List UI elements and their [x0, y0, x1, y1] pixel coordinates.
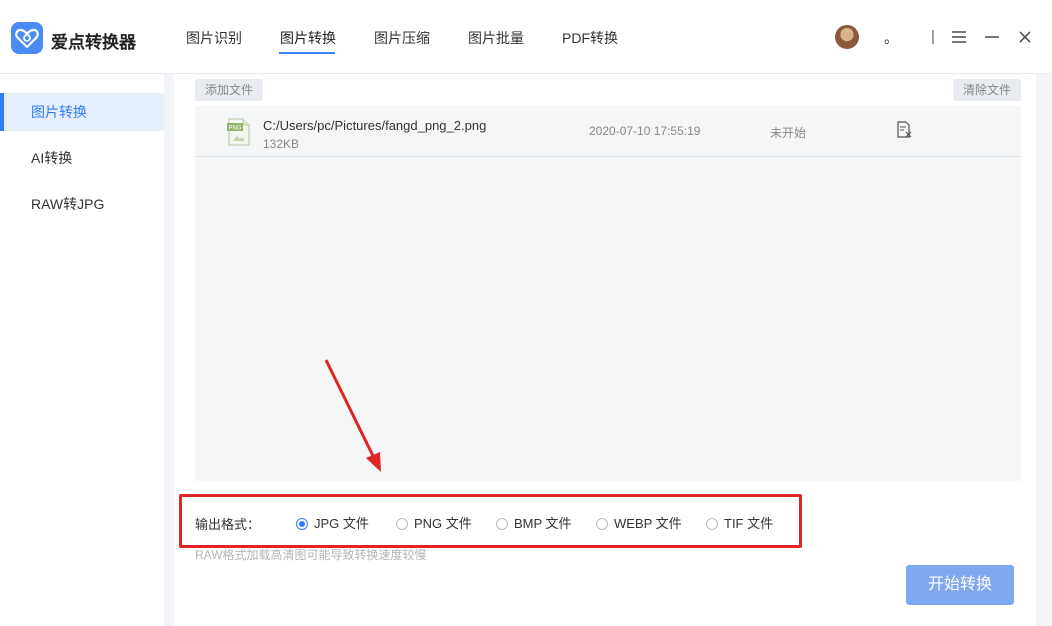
add-file-button[interactable]: 添加文件	[195, 79, 264, 101]
start-convert-button[interactable]: 开始转换	[906, 565, 1014, 605]
png-icon-label: PNG	[228, 126, 241, 132]
title-separator: |	[931, 28, 935, 45]
app-logo-icon	[11, 22, 43, 54]
tab-image-recognition[interactable]: 图片识别	[186, 28, 242, 48]
sidebar: 图片转换 AI转换 RAW转JPG	[0, 74, 164, 626]
active-tab-indicator	[279, 52, 335, 54]
file-date: 2020-07-10 17:55:19	[589, 124, 701, 138]
menu-icon[interactable]	[948, 26, 970, 48]
clear-files-button[interactable]: 清除文件	[952, 79, 1021, 101]
sidebar-item-ai-convert[interactable]: AI转换	[0, 139, 164, 177]
highlight-box	[179, 494, 802, 548]
title-bar: 爱点转换器 图片识别 图片转换 图片压缩 图片批量 PDF转换 。 |	[0, 0, 1052, 74]
raw-format-note: RAW格式加载高清图可能导致转换速度较慢	[195, 548, 427, 562]
file-size: 132KB	[263, 137, 300, 151]
tab-image-compress[interactable]: 图片压缩	[374, 28, 430, 48]
file-status: 未开始	[770, 126, 807, 140]
annotation-arrow-icon	[324, 359, 381, 472]
close-icon[interactable]	[1014, 26, 1036, 48]
tab-image-convert[interactable]: 图片转换	[280, 28, 336, 48]
minimize-icon[interactable]	[981, 26, 1003, 48]
png-file-icon: PNG	[227, 118, 251, 146]
status-dot: 。	[884, 30, 898, 46]
file-row[interactable]: PNG C:/Users/pc/Pictures/fangd_png_2.png…	[195, 106, 1021, 157]
tab-pdf-convert[interactable]: PDF转换	[562, 28, 618, 48]
sidebar-item-raw-to-jpg[interactable]: RAW转JPG	[0, 185, 164, 223]
delete-file-icon[interactable]	[895, 121, 913, 139]
app-title: 爱点转换器	[51, 33, 136, 52]
user-avatar[interactable]	[835, 25, 859, 49]
file-path: C:/Users/pc/Pictures/fangd_png_2.png	[263, 118, 487, 133]
sidebar-item-image-convert[interactable]: 图片转换	[0, 93, 164, 131]
tab-image-batch[interactable]: 图片批量	[468, 28, 524, 48]
